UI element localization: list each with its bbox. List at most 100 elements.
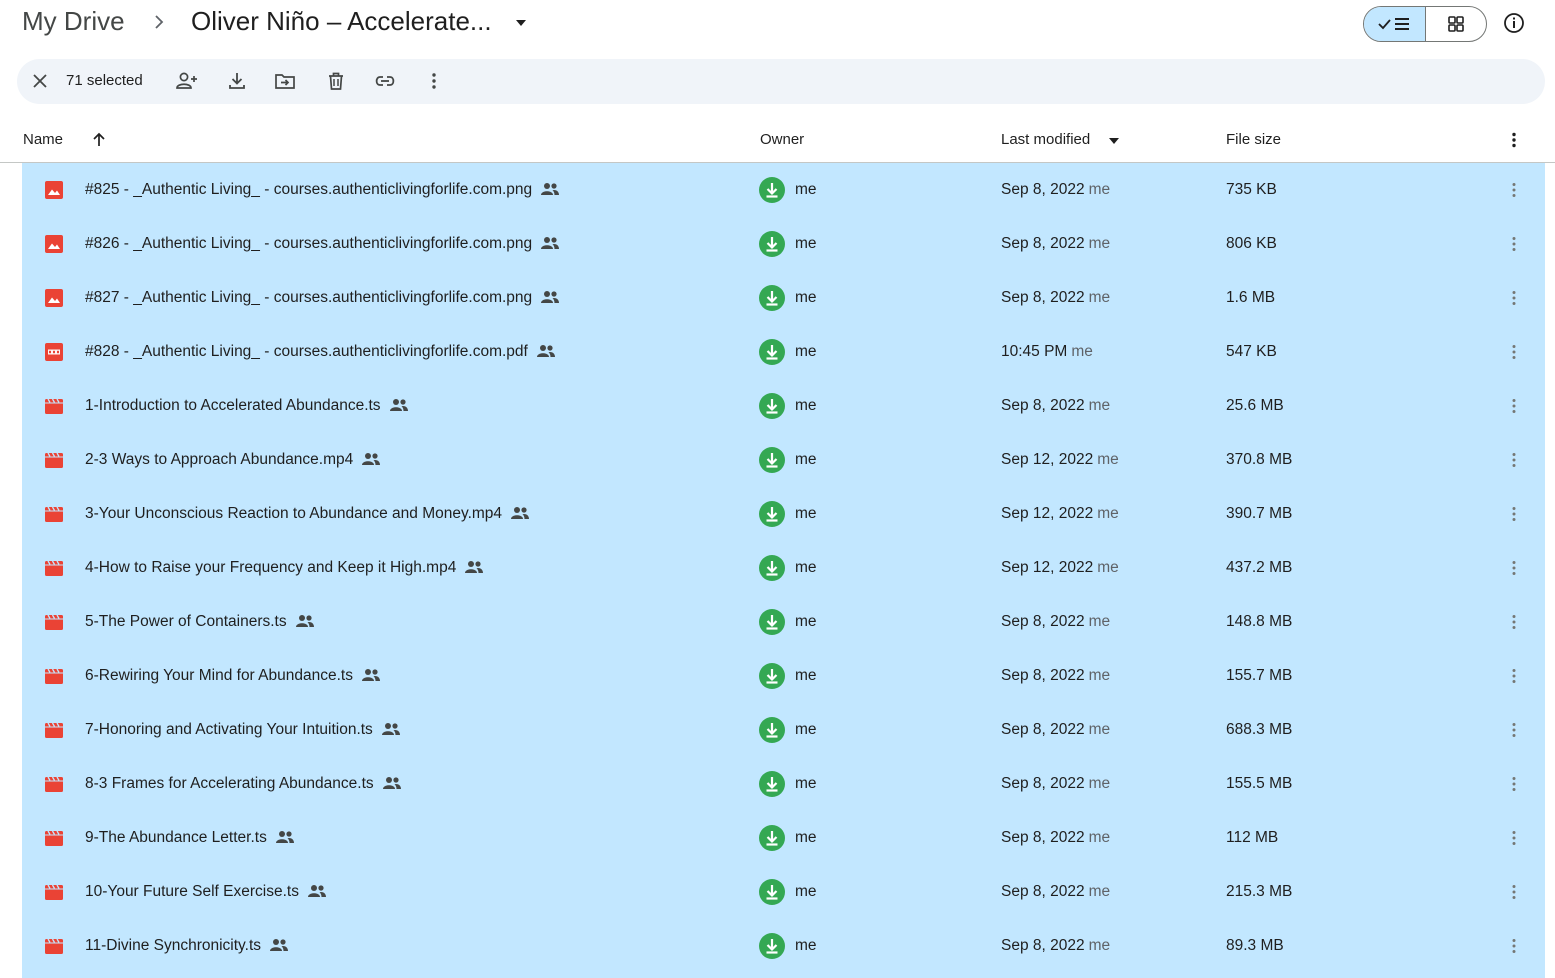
file-size: 390.7 MB <box>1226 505 1293 522</box>
file-name[interactable]: 6-Rewiring Your Mind for Abundance.ts <box>85 667 381 685</box>
breadcrumb-my-drive[interactable]: My Drive <box>22 6 125 37</box>
row-more-button[interactable] <box>1506 881 1522 903</box>
last-modified: Sep 8, 2022 me <box>1001 613 1110 631</box>
more-actions-button[interactable] <box>422 69 446 93</box>
last-modified: Sep 8, 2022 me <box>1001 181 1110 199</box>
more-vert-icon[interactable] <box>1510 131 1518 149</box>
file-name[interactable]: 5-The Power of Containers.ts <box>85 613 315 631</box>
file-name[interactable]: #827 - _Authentic Living_ - courses.auth… <box>85 289 560 307</box>
row-more-button[interactable] <box>1506 773 1522 795</box>
file-row[interactable]: #828 - _Authentic Living_ - courses.auth… <box>22 325 1545 379</box>
row-more-button[interactable] <box>1506 395 1522 417</box>
shared-people-icon <box>270 938 289 951</box>
owner-name: me <box>795 613 817 630</box>
column-name[interactable]: Name <box>23 131 63 148</box>
row-more-button[interactable] <box>1506 935 1522 957</box>
shared-people-icon <box>536 344 555 357</box>
file-row[interactable]: 11-Divine Synchronicity.ts me Sep 8, 202… <box>22 919 1545 973</box>
column-owner[interactable]: Owner <box>760 131 804 148</box>
arrow-up-icon[interactable] <box>90 131 108 149</box>
last-modified-by: me <box>1097 559 1119 576</box>
file-row[interactable]: 2-3 Ways to Approach Abundance.mp4 me Se… <box>22 433 1545 487</box>
file-name[interactable]: 10-Your Future Self Exercise.ts <box>85 883 327 901</box>
last-modified-date: Sep 8, 2022 <box>1001 181 1085 198</box>
owner-name: me <box>795 235 817 252</box>
file-name-text: 9-The Abundance Letter.ts <box>85 829 267 846</box>
last-modified-by: me <box>1088 235 1111 252</box>
row-more-button[interactable] <box>1506 665 1522 687</box>
file-size: 547 KB <box>1226 343 1277 360</box>
file-row[interactable]: 9-The Abundance Letter.ts me Sep 8, 2022… <box>22 811 1545 865</box>
file-name-text: 3-Your Unconscious Reaction to Abundance… <box>85 505 503 522</box>
breadcrumb-current-folder[interactable]: Oliver Niño – Accelerate... <box>191 6 492 37</box>
row-more-button[interactable] <box>1506 719 1522 741</box>
file-row[interactable]: 8-3 Frames for Accelerating Abundance.ts… <box>22 757 1545 811</box>
clear-selection-button[interactable] <box>28 69 52 93</box>
file-name[interactable]: 11-Divine Synchronicity.ts <box>85 937 289 955</box>
file-row[interactable]: 5-The Power of Containers.ts me Sep 8, 2… <box>22 595 1545 649</box>
video-file-icon <box>45 884 63 900</box>
share-button[interactable] <box>175 69 199 93</box>
file-row[interactable]: 1-Introduction to Accelerated Abundance.… <box>22 379 1545 433</box>
last-modified: Sep 8, 2022 me <box>1001 397 1110 415</box>
last-modified-date: Sep 8, 2022 <box>1001 667 1085 684</box>
chevron-right-icon <box>155 15 164 29</box>
shared-people-icon <box>465 560 484 573</box>
column-last-modified[interactable]: Last modified <box>1001 131 1090 148</box>
video-file-icon <box>45 398 63 414</box>
file-size: 112 MB <box>1226 829 1279 846</box>
file-name[interactable]: 3-Your Unconscious Reaction to Abundance… <box>85 505 530 523</box>
row-more-button[interactable] <box>1506 179 1522 201</box>
last-modified: 10:45 PM me <box>1001 343 1093 361</box>
file-row[interactable]: 6-Rewiring Your Mind for Abundance.ts me… <box>22 649 1545 703</box>
owner-avatar <box>759 879 785 905</box>
last-modified: Sep 8, 2022 me <box>1001 667 1110 685</box>
download-button[interactable] <box>225 69 249 93</box>
file-name[interactable]: 9-The Abundance Letter.ts <box>85 829 295 847</box>
row-more-button[interactable] <box>1506 287 1522 309</box>
file-name[interactable]: 4-How to Raise your Frequency and Keep i… <box>85 559 484 577</box>
caret-down-icon[interactable] <box>1107 136 1121 146</box>
move-button[interactable] <box>273 69 297 93</box>
file-size: 148.8 MB <box>1226 613 1293 630</box>
grid-view-button[interactable] <box>1426 7 1487 41</box>
file-size: 215.3 MB <box>1226 883 1293 900</box>
column-file-size[interactable]: File size <box>1226 131 1281 148</box>
file-row[interactable]: 4-How to Raise your Frequency and Keep i… <box>22 541 1545 595</box>
file-row[interactable]: 10-Your Future Self Exercise.ts me Sep 8… <box>22 865 1545 919</box>
copy-link-button[interactable] <box>373 69 397 93</box>
file-type-icon <box>45 721 63 739</box>
caret-down-icon[interactable] <box>513 16 529 30</box>
row-more-button[interactable] <box>1506 449 1522 471</box>
info-icon[interactable] <box>1501 10 1527 36</box>
row-more-button[interactable] <box>1506 557 1522 579</box>
last-modified: Sep 8, 2022 me <box>1001 775 1110 793</box>
more-vert-icon <box>1512 615 1516 629</box>
file-name[interactable]: #825 - _Authentic Living_ - courses.auth… <box>85 181 560 199</box>
more-vert-icon <box>1512 399 1516 413</box>
file-name[interactable]: 2-3 Ways to Approach Abundance.mp4 <box>85 451 381 469</box>
list-view-button[interactable] <box>1364 7 1426 41</box>
owner-avatar <box>759 447 785 473</box>
row-more-button[interactable] <box>1506 341 1522 363</box>
row-more-button[interactable] <box>1506 503 1522 525</box>
row-more-button[interactable] <box>1506 827 1522 849</box>
more-vert-icon <box>1512 453 1516 467</box>
file-row[interactable]: #827 - _Authentic Living_ - courses.auth… <box>22 271 1545 325</box>
file-name[interactable]: #828 - _Authentic Living_ - courses.auth… <box>85 343 556 361</box>
share-person-add-icon <box>176 72 197 89</box>
file-row[interactable]: 3-Your Unconscious Reaction to Abundance… <box>22 487 1545 541</box>
file-name[interactable]: #826 - _Authentic Living_ - courses.auth… <box>85 235 560 253</box>
file-row[interactable]: #825 - _Authentic Living_ - courses.auth… <box>22 163 1545 217</box>
file-type-icon <box>45 505 63 523</box>
delete-button[interactable] <box>324 69 348 93</box>
file-name[interactable]: 8-3 Frames for Accelerating Abundance.ts <box>85 775 402 793</box>
row-more-button[interactable] <box>1506 611 1522 633</box>
file-row[interactable]: #826 - _Authentic Living_ - courses.auth… <box>22 217 1545 271</box>
owner-avatar <box>759 609 785 635</box>
shared-people-icon <box>511 506 530 519</box>
file-name[interactable]: 7-Honoring and Activating Your Intuition… <box>85 721 401 739</box>
file-row[interactable]: 7-Honoring and Activating Your Intuition… <box>22 703 1545 757</box>
file-name[interactable]: 1-Introduction to Accelerated Abundance.… <box>85 397 409 415</box>
row-more-button[interactable] <box>1506 233 1522 255</box>
